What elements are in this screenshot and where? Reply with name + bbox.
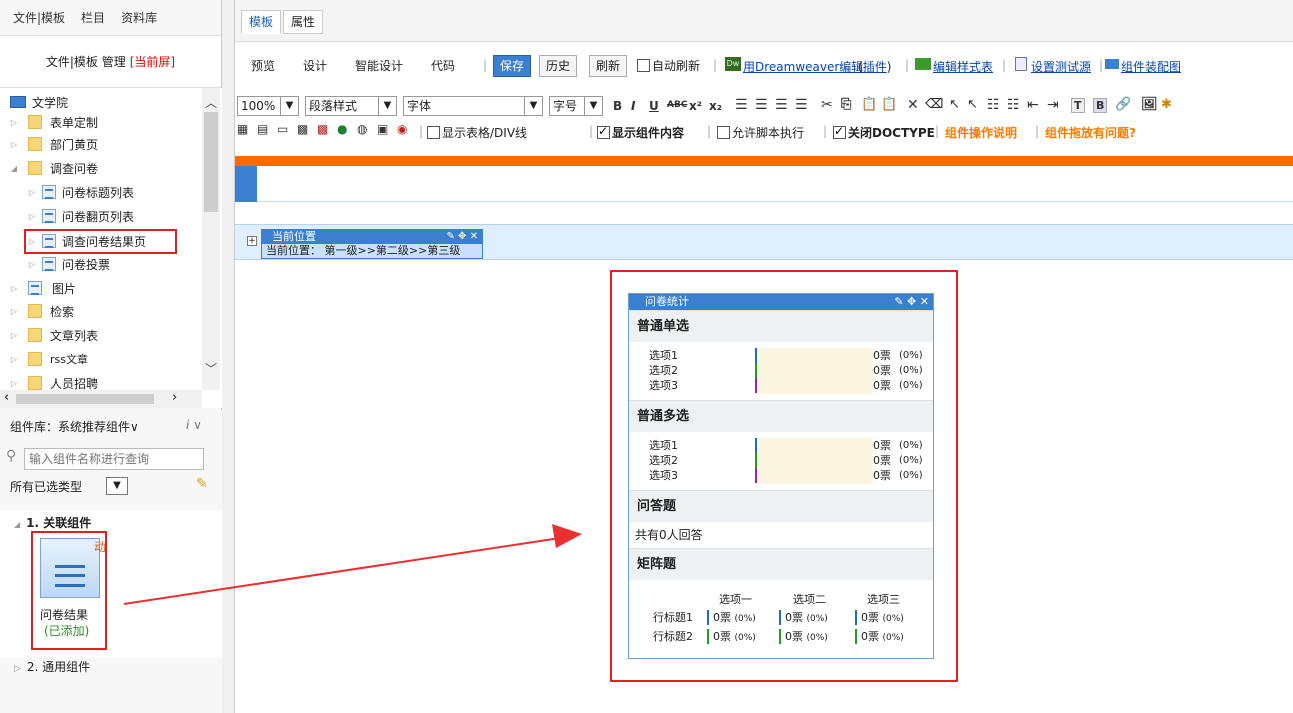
drag-arrow bbox=[123, 524, 582, 605]
